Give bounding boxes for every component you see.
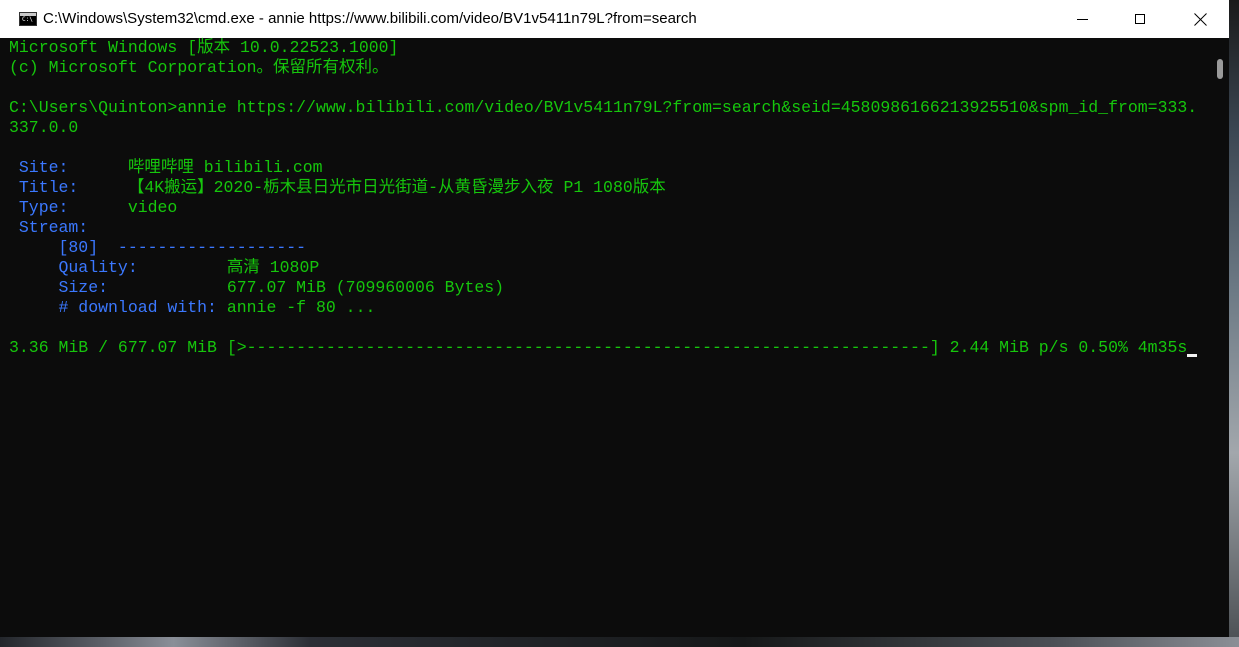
cmd-app-icon[interactable] xyxy=(19,12,37,26)
console-line-command-wrap: 337.0.0 xyxy=(9,118,79,137)
console-output[interactable]: Microsoft Windows [版本 10.0.22523.1000] (… xyxy=(0,38,1212,637)
text-cursor xyxy=(1187,354,1198,357)
stream-row: Stream: xyxy=(9,218,88,238)
size-value: 677.07 MiB (709960006 Bytes) xyxy=(226,278,505,297)
type-value: video xyxy=(127,198,178,217)
stream-divider: ------------------- xyxy=(117,238,307,257)
title-value: 【4K搬运】2020-栃木县日光市日光街道-从黄昏漫步入夜 P1 1080版本 xyxy=(127,178,666,197)
vertical-scrollbar[interactable] xyxy=(1212,38,1229,637)
progress-text: 3.36 MiB / 677.07 MiB [>----------------… xyxy=(9,338,1188,357)
cmd-window: C:\Windows\System32\cmd.exe - annie http… xyxy=(0,0,1229,637)
minimize-icon xyxy=(1076,18,1088,20)
stream-label: Stream: xyxy=(9,218,89,237)
console-line-header2: (c) Microsoft Corporation。保留所有权利。 xyxy=(9,58,389,77)
title-row: Title: 【4K搬运】2020-栃木县日光市日光街道-从黄昏漫步入夜 P1 … xyxy=(9,178,666,198)
scrollbar-thumb[interactable] xyxy=(1217,59,1223,79)
site-row: Site: 哔哩哔哩 bilibili.com xyxy=(9,158,323,178)
close-icon xyxy=(1194,13,1207,26)
type-row: Type: video xyxy=(9,198,177,218)
desktop-wallpaper-right xyxy=(1229,0,1239,647)
stream-id-row: [80] ------------------- xyxy=(9,238,307,258)
quality-value: 高清 1080P xyxy=(226,258,320,277)
title-bar[interactable]: C:\Windows\System32\cmd.exe - annie http… xyxy=(0,0,1229,38)
site-label: Site: xyxy=(9,158,128,177)
close-button[interactable] xyxy=(1171,0,1229,38)
maximize-icon xyxy=(1135,14,1145,24)
download-row: # download with: annie -f 80 ... xyxy=(9,298,376,318)
minimize-button[interactable] xyxy=(1053,0,1111,38)
quality-row: Quality: 高清 1080P xyxy=(9,258,320,278)
desktop-wallpaper-bottom xyxy=(0,637,1239,647)
console-line-command: C:\Users\Quinton>annie https://www.bilib… xyxy=(9,98,1198,117)
type-label: Type: xyxy=(9,198,128,217)
maximize-button[interactable] xyxy=(1111,0,1169,38)
download-value: annie -f 80 ... xyxy=(226,298,376,317)
console-line-header1: Microsoft Windows [版本 10.0.22523.1000] xyxy=(9,38,399,57)
title-label: Title: xyxy=(9,178,128,197)
window-title: C:\Windows\System32\cmd.exe - annie http… xyxy=(43,10,697,27)
progress-row: 3.36 MiB / 677.07 MiB [>----------------… xyxy=(9,338,1198,358)
stream-id: [80] xyxy=(9,238,118,257)
size-label: Size: xyxy=(9,278,227,297)
size-row: Size: 677.07 MiB (709960006 Bytes) xyxy=(9,278,505,298)
quality-label: Quality: xyxy=(9,258,227,277)
download-label: # download with: xyxy=(9,298,227,317)
site-value: 哔哩哔哩 bilibili.com xyxy=(127,158,323,177)
